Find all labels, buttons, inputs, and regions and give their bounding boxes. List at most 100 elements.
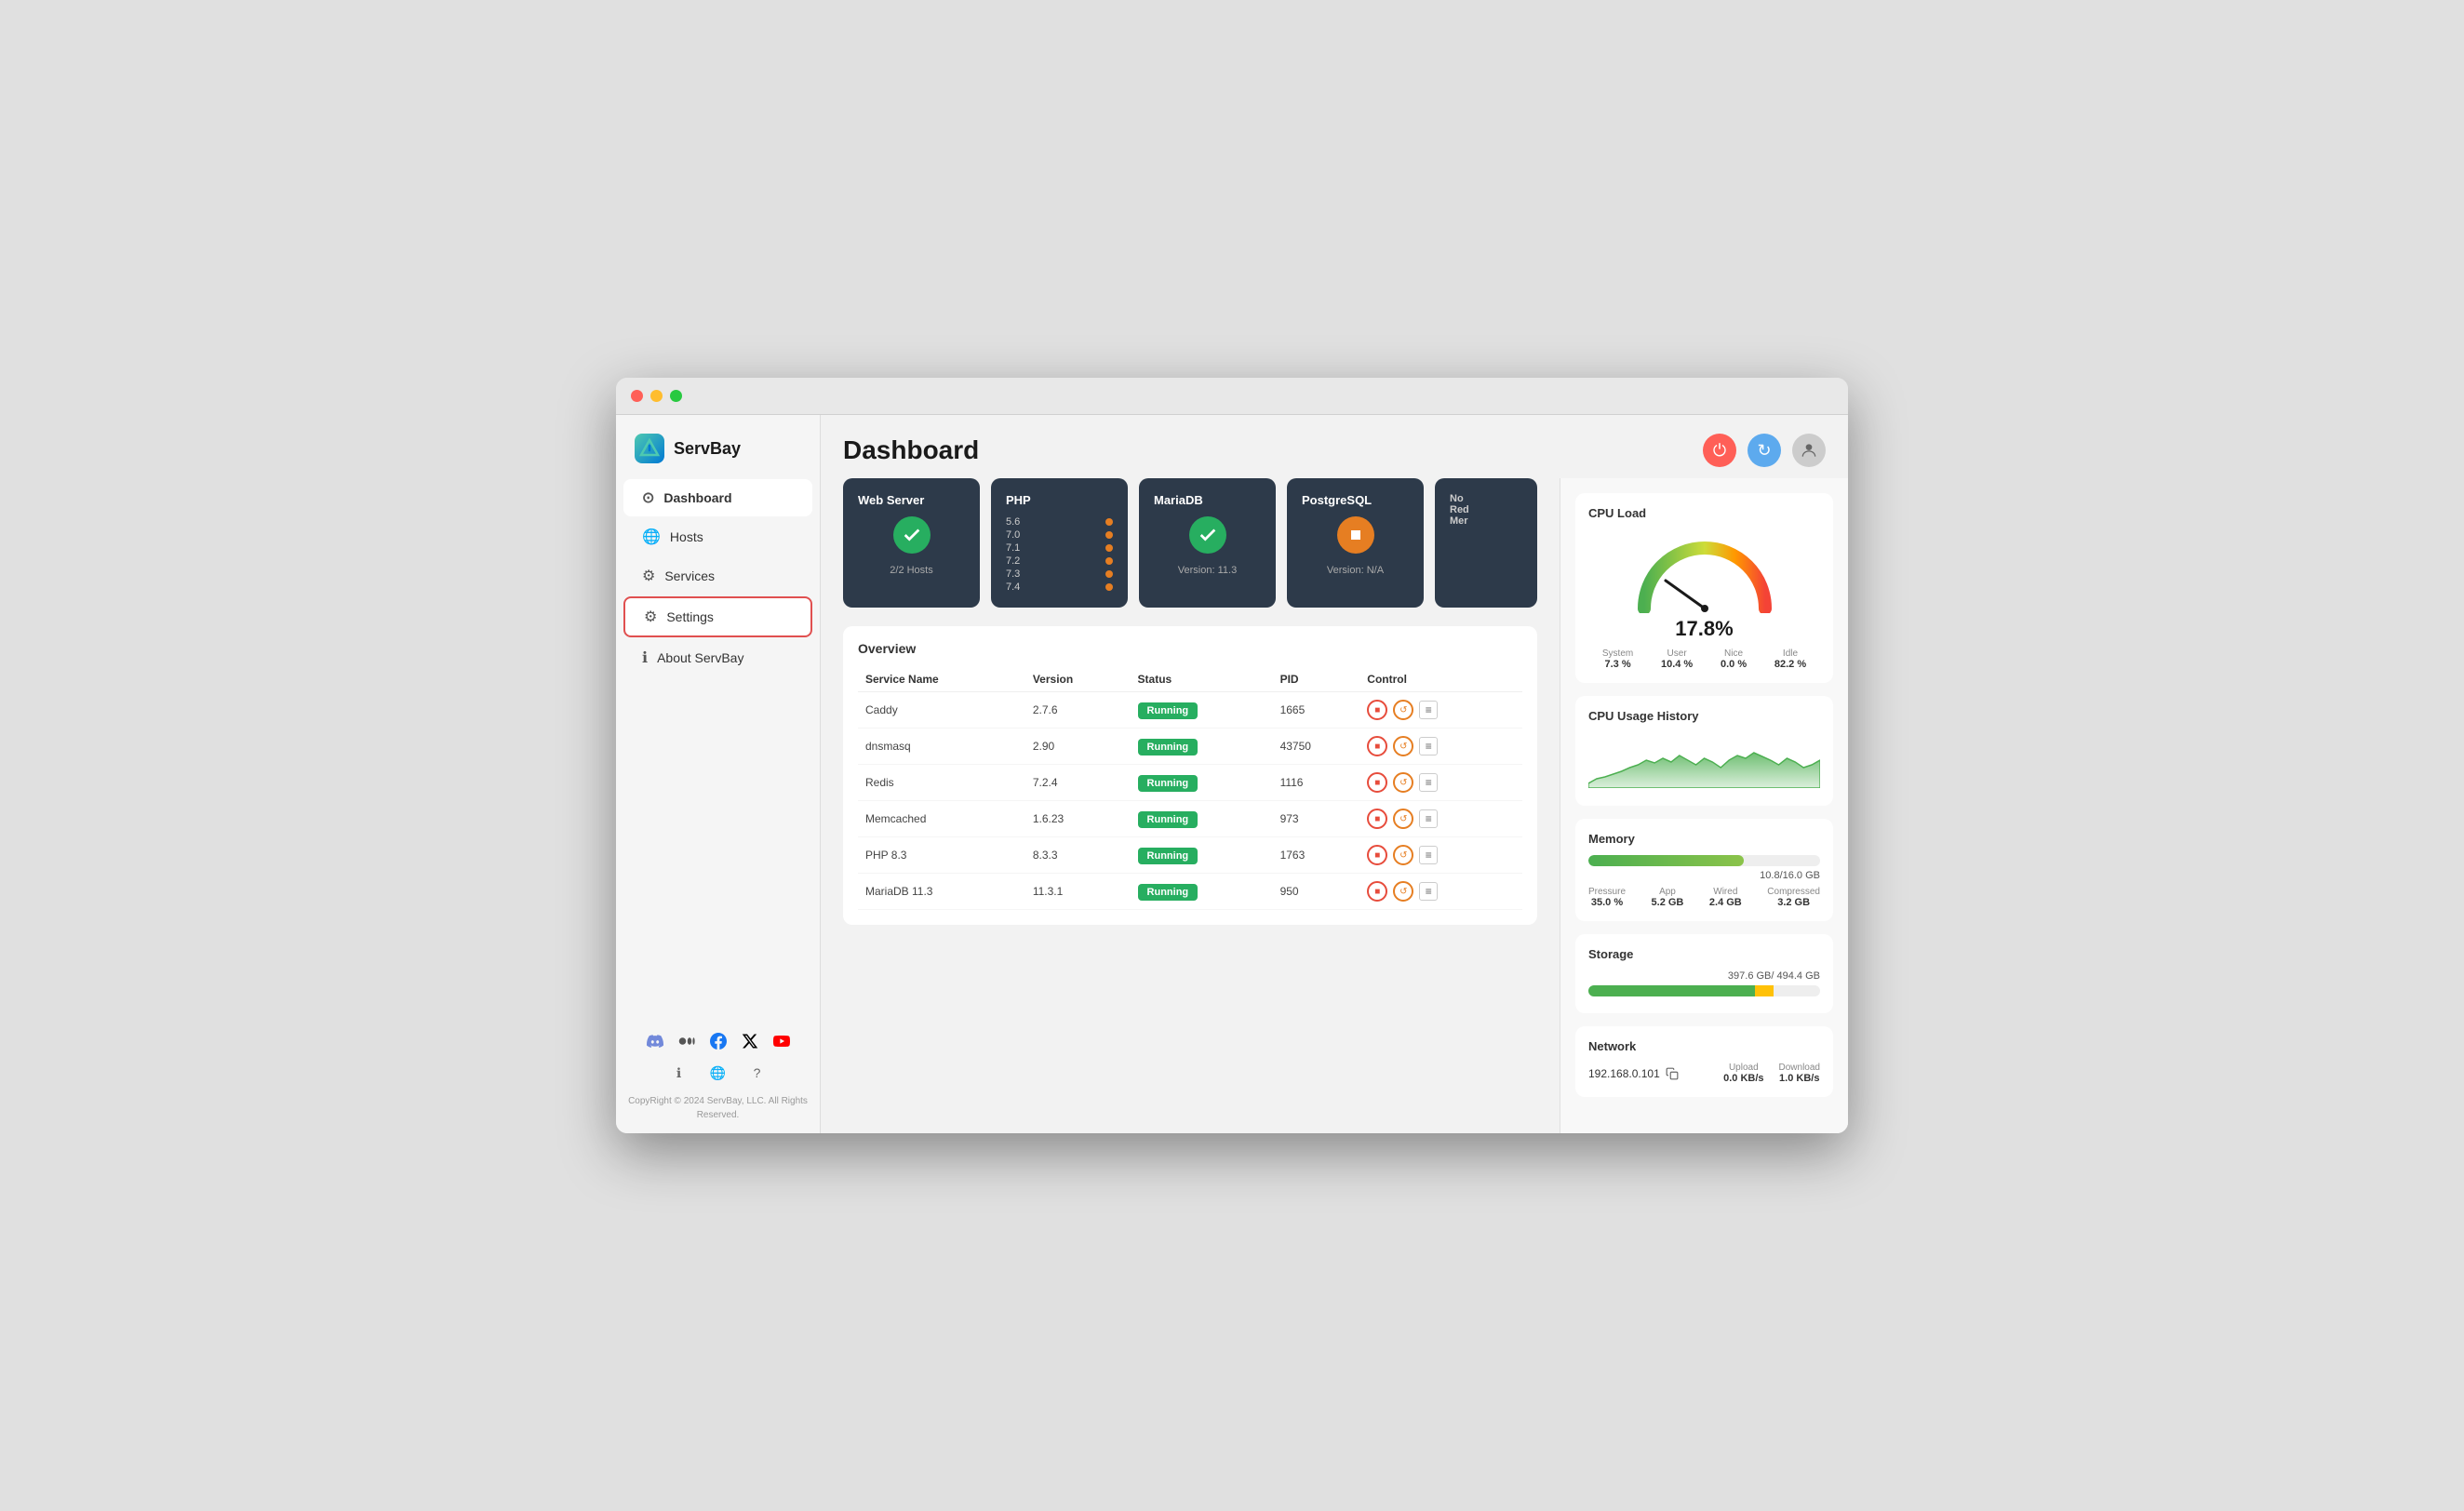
- storage-title: Storage: [1588, 947, 1820, 961]
- service-name-cell: Redis: [858, 765, 1025, 801]
- stop-button[interactable]: ■: [1367, 772, 1387, 793]
- service-status-cell: Running: [1131, 692, 1273, 729]
- service-name-cell: MariaDB 11.3: [858, 874, 1025, 910]
- sidebar: ServBay ⊙ Dashboard 🌐 Hosts ⚙ Services ⚙…: [616, 415, 821, 1133]
- mariadb-card[interactable]: MariaDB Version: 11.3: [1139, 478, 1276, 608]
- service-status-cell: Running: [1131, 729, 1273, 765]
- log-button[interactable]: ≡: [1419, 809, 1438, 828]
- power-button[interactable]: ⏻: [1703, 434, 1736, 467]
- webserver-subtitle: 2/2 Hosts: [890, 565, 932, 576]
- title-bar: [616, 378, 1848, 415]
- network-stats: Upload 0.0 KB/s Download 1.0 KB/s: [1723, 1063, 1820, 1084]
- facebook-icon[interactable]: [708, 1031, 729, 1051]
- log-button[interactable]: ≡: [1419, 773, 1438, 792]
- log-button[interactable]: ≡: [1419, 737, 1438, 756]
- maximize-button[interactable]: [670, 390, 682, 402]
- log-button[interactable]: ≡: [1419, 701, 1438, 719]
- stop-button[interactable]: ■: [1367, 700, 1387, 720]
- storage-bar: [1588, 985, 1820, 996]
- youtube-icon[interactable]: [771, 1031, 792, 1051]
- table-row: MariaDB 11.3 11.3.1 Running 950 ■ ↺ ≡: [858, 874, 1522, 910]
- webserver-status-icon: [893, 516, 931, 554]
- php-versions: 5.6 7.0 7.1 7.2 7.3 7.4: [1006, 516, 1113, 593]
- control-buttons: ■ ↺ ≡: [1367, 736, 1515, 756]
- page-title: Dashboard: [843, 435, 979, 465]
- restart-button[interactable]: ↺: [1393, 772, 1413, 793]
- service-pid-cell: 1763: [1273, 837, 1360, 874]
- memory-stats: Pressure 35.0 % App 5.2 GB Wired 2.4 GB: [1588, 887, 1820, 908]
- service-version-cell: 1.6.23: [1025, 801, 1131, 837]
- service-pid-cell: 43750: [1273, 729, 1360, 765]
- globe-icon[interactable]: 🌐: [708, 1063, 729, 1083]
- restart-button[interactable]: ↺: [1393, 736, 1413, 756]
- col-status: Status: [1131, 667, 1273, 692]
- cpu-stat-user: User 10.4 %: [1661, 649, 1693, 670]
- user-button[interactable]: [1792, 434, 1826, 467]
- refresh-button[interactable]: ↻: [1748, 434, 1781, 467]
- webserver-card[interactable]: Web Server 2/2 Hosts: [843, 478, 980, 608]
- sidebar-item-settings[interactable]: ⚙ Settings: [623, 596, 812, 637]
- sidebar-item-hosts-label: Hosts: [670, 529, 703, 544]
- minimize-button[interactable]: [650, 390, 663, 402]
- sidebar-item-settings-label: Settings: [666, 609, 714, 624]
- service-version-cell: 2.7.6: [1025, 692, 1131, 729]
- cpu-load-title: CPU Load: [1588, 506, 1820, 520]
- stop-button[interactable]: ■: [1367, 736, 1387, 756]
- php-ver-72: 7.2: [1006, 555, 1113, 567]
- table-row: dnsmasq 2.90 Running 43750 ■ ↺ ≡: [858, 729, 1522, 765]
- postgresql-card[interactable]: PostgreSQL Version: N/A: [1287, 478, 1424, 608]
- sidebar-item-dashboard[interactable]: ⊙ Dashboard: [623, 479, 812, 516]
- app-window: ServBay ⊙ Dashboard 🌐 Hosts ⚙ Services ⚙…: [616, 378, 1848, 1133]
- network-ip: 192.168.0.101: [1588, 1067, 1679, 1080]
- memory-section: Memory 10.8/16.0 GB Pressure: [1575, 819, 1833, 921]
- log-button[interactable]: ≡: [1419, 846, 1438, 864]
- help-icon[interactable]: ?: [747, 1063, 768, 1083]
- stop-button[interactable]: ■: [1367, 881, 1387, 902]
- discord-icon[interactable]: [645, 1031, 665, 1051]
- stop-button[interactable]: ■: [1367, 809, 1387, 829]
- service-pid-cell: 1116: [1273, 765, 1360, 801]
- copy-icon[interactable]: [1666, 1067, 1679, 1080]
- service-status-cell: Running: [1131, 801, 1273, 837]
- col-version: Version: [1025, 667, 1131, 692]
- sidebar-item-about[interactable]: ℹ About ServBay: [623, 639, 812, 676]
- col-service-name: Service Name: [858, 667, 1025, 692]
- php-card[interactable]: PHP 5.6 7.0 7.1 7.2 7.3 7.4: [991, 478, 1128, 608]
- mem-stat-wired: Wired 2.4 GB: [1709, 887, 1742, 908]
- sidebar-item-services[interactable]: ⚙ Services: [623, 557, 812, 595]
- service-version-cell: 8.3.3: [1025, 837, 1131, 874]
- dashboard-icon: ⊙: [642, 488, 654, 507]
- restart-button[interactable]: ↺: [1393, 845, 1413, 865]
- service-pid-cell: 1665: [1273, 692, 1360, 729]
- net-stat-download: Download 1.0 KB/s: [1779, 1063, 1820, 1084]
- service-cards: Web Server 2/2 Hosts PHP 5.6 7.0: [843, 478, 1537, 608]
- restart-button[interactable]: ↺: [1393, 809, 1413, 829]
- other-card: NoRedMer: [1435, 478, 1537, 608]
- restart-button[interactable]: ↺: [1393, 881, 1413, 902]
- col-control: Control: [1359, 667, 1522, 692]
- close-button[interactable]: [631, 390, 643, 402]
- cpu-stat-idle: Idle 82.2 %: [1774, 649, 1806, 670]
- twitter-icon[interactable]: [740, 1031, 760, 1051]
- cpu-gauge-container: 17.8% System 7.3 % User 10.4 %: [1588, 529, 1820, 670]
- info-icon[interactable]: ℹ: [669, 1063, 690, 1083]
- cpu-stats: System 7.3 % User 10.4 % Nice 0.0 %: [1588, 649, 1820, 670]
- php-card-title: PHP: [1006, 493, 1031, 507]
- overview-title: Overview: [858, 641, 1522, 656]
- service-pid-cell: 950: [1273, 874, 1360, 910]
- logo-icon: [635, 434, 664, 463]
- medium-icon[interactable]: [676, 1031, 697, 1051]
- postgresql-card-title: PostgreSQL: [1302, 493, 1372, 507]
- restart-button[interactable]: ↺: [1393, 700, 1413, 720]
- sidebar-item-hosts[interactable]: 🌐 Hosts: [623, 518, 812, 555]
- cpu-history-title: CPU Usage History: [1588, 709, 1820, 723]
- mem-stat-compressed: Compressed 3.2 GB: [1767, 887, 1820, 908]
- header-actions: ⏻ ↻: [1703, 434, 1826, 467]
- status-badge: Running: [1138, 848, 1199, 864]
- service-name-cell: Caddy: [858, 692, 1025, 729]
- stop-button[interactable]: ■: [1367, 845, 1387, 865]
- network-title: Network: [1588, 1039, 1820, 1053]
- main-panel: Web Server 2/2 Hosts PHP 5.6 7.0: [821, 478, 1560, 1133]
- log-button[interactable]: ≡: [1419, 882, 1438, 901]
- cpu-gauge-value: 17.8%: [1675, 617, 1733, 641]
